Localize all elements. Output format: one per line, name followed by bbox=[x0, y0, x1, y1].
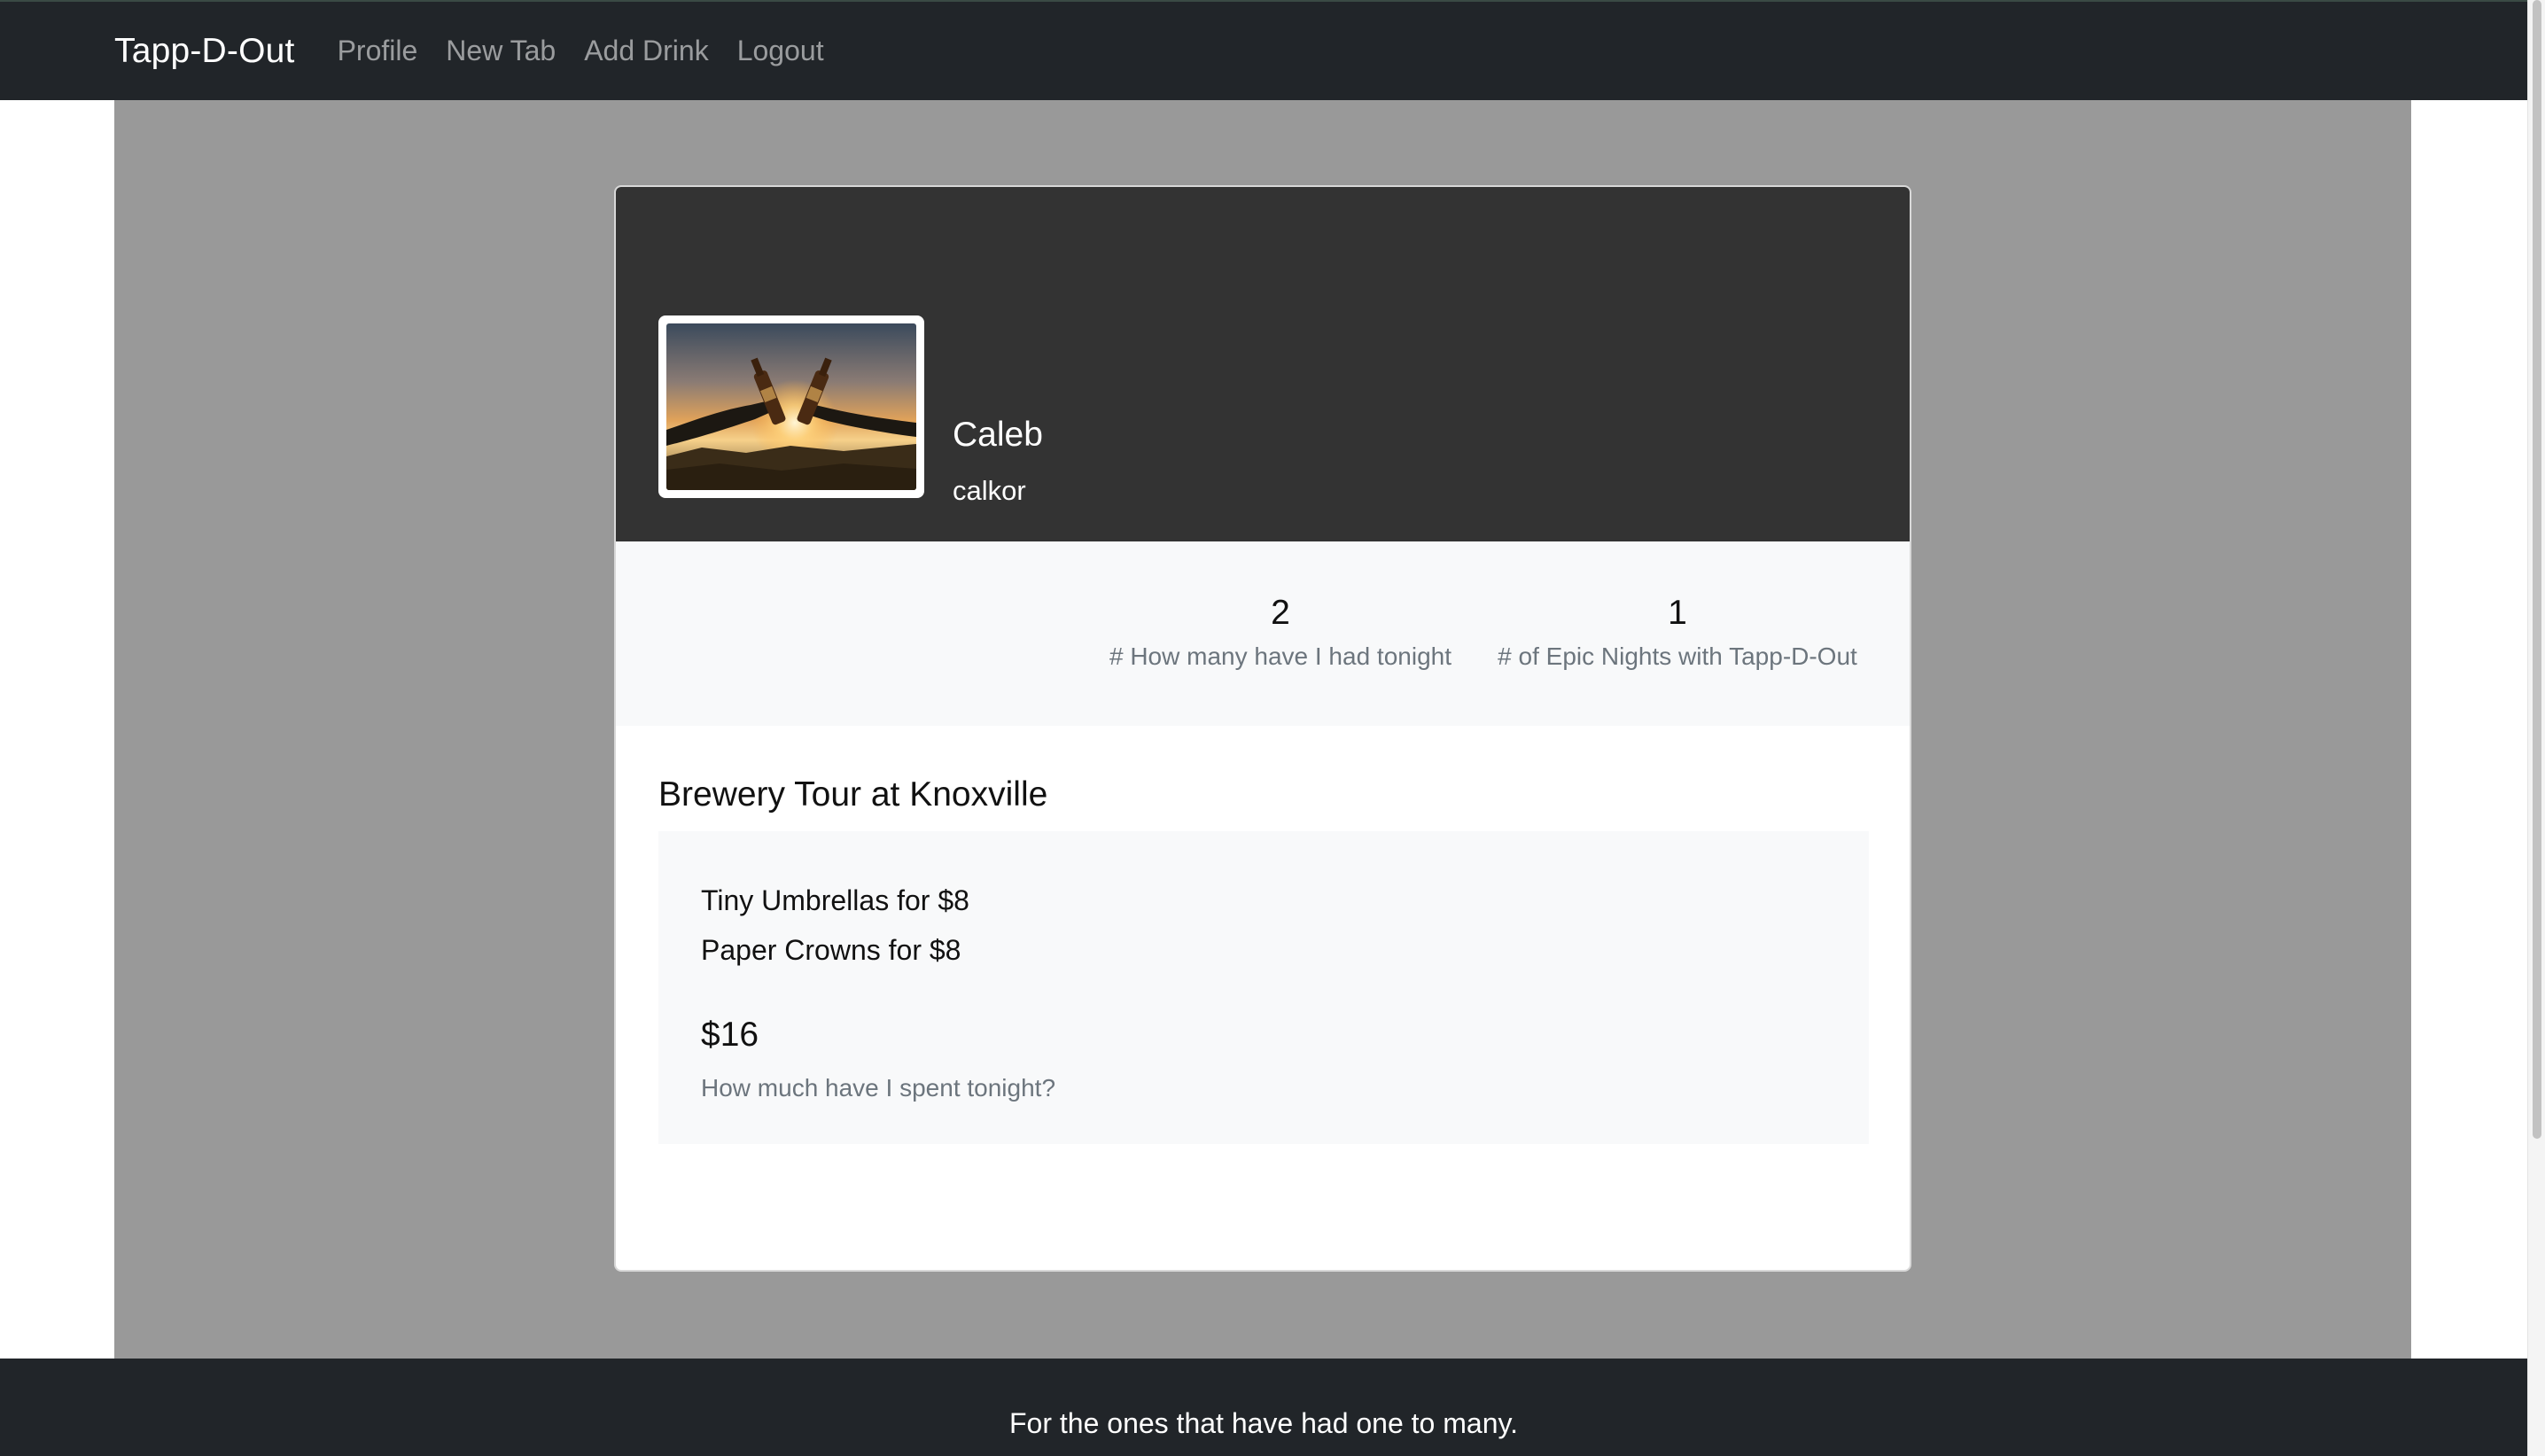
vertical-scrollbar[interactable] bbox=[2527, 0, 2545, 1456]
stat-value: 1 bbox=[1668, 594, 1687, 632]
profile-username: calkor bbox=[953, 475, 1026, 506]
top-navbar: Tapp-D-Out Profile New Tab Add Drink Log… bbox=[0, 0, 2527, 100]
stat-label: # How many have I had tonight bbox=[1109, 642, 1452, 670]
tab-total-label: How much have I spent tonight? bbox=[701, 1074, 1056, 1102]
profile-name: Caleb bbox=[953, 416, 1043, 454]
avatar bbox=[658, 315, 924, 498]
footer: For the ones that have had one to many. bbox=[0, 1359, 2527, 1456]
nav-link-add-drink[interactable]: Add Drink bbox=[584, 35, 709, 67]
stat-label: # of Epic Nights with Tapp-D-Out bbox=[1498, 642, 1857, 670]
profile-header: Caleb calkor bbox=[616, 187, 1910, 541]
tab-details-panel: Tiny Umbrellas for $8 Paper Crowns for $… bbox=[658, 831, 1869, 1144]
stat-drinks-tonight: 2 # How many have I had tonight bbox=[1103, 593, 1458, 673]
scrollbar-thumb[interactable] bbox=[2533, 0, 2541, 1139]
nav-link-new-tab[interactable]: New Tab bbox=[446, 35, 556, 67]
main-content-area: Caleb calkor 2 # How many have I had ton… bbox=[114, 100, 2411, 1359]
tab-title: Brewery Tour at Knoxville bbox=[658, 775, 1048, 814]
brand-link[interactable]: Tapp-D-Out bbox=[114, 32, 295, 71]
beer-toast-photo-icon bbox=[666, 323, 916, 490]
footer-text: For the ones that have had one to many. bbox=[1009, 1407, 1518, 1439]
stat-epic-nights: 1 # of Epic Nights with Tapp-D-Out bbox=[1483, 593, 1872, 673]
drink-item: Paper Crowns for $8 bbox=[701, 934, 961, 966]
tab-total: $16 bbox=[701, 1016, 759, 1054]
profile-card: Caleb calkor 2 # How many have I had ton… bbox=[614, 185, 1911, 1272]
drink-item: Tiny Umbrellas for $8 bbox=[701, 884, 969, 916]
nav-link-logout[interactable]: Logout bbox=[737, 35, 824, 67]
nav-link-profile[interactable]: Profile bbox=[338, 35, 418, 67]
stats-strip: 2 # How many have I had tonight 1 # of E… bbox=[616, 541, 1910, 726]
stat-value: 2 bbox=[1271, 594, 1290, 632]
